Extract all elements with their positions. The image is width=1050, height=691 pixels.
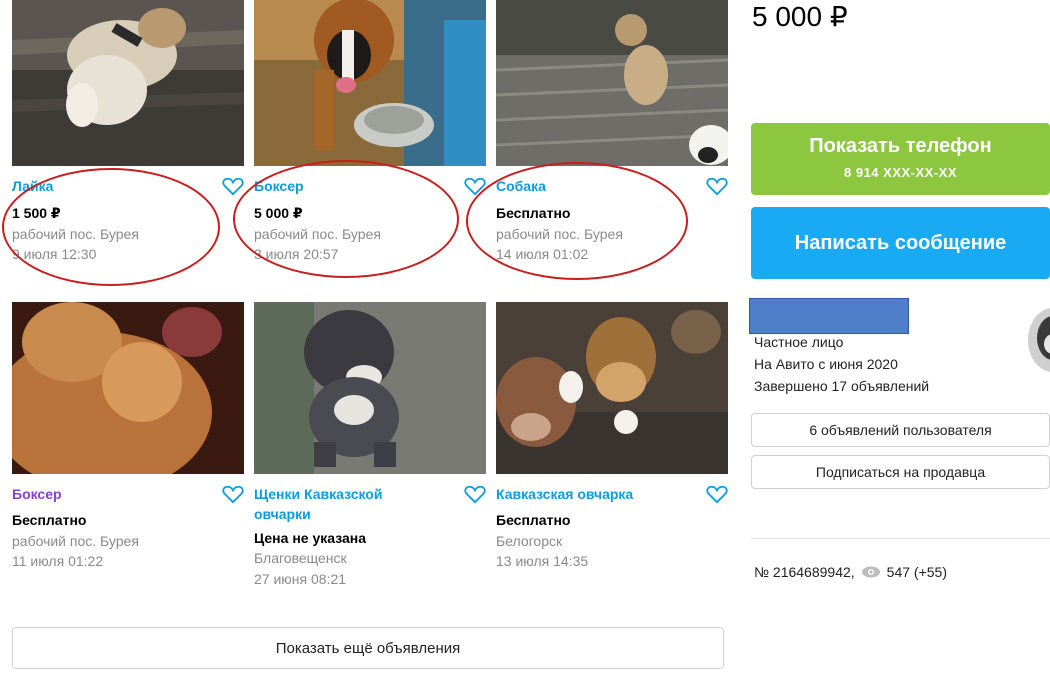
listing-price: Бесплатно	[496, 205, 571, 221]
listing-photo[interactable]	[496, 302, 728, 474]
views-count: 547 (+55)	[886, 564, 947, 580]
listing-date: 3 июля 20:57	[254, 246, 339, 262]
seller-since: На Авито с июня 2020	[754, 356, 898, 372]
listing-photo[interactable]	[12, 302, 244, 474]
listing-title[interactable]: Лайка	[12, 176, 212, 196]
listing-photo[interactable]	[254, 302, 486, 474]
seller-type: Частное лицо	[754, 334, 844, 350]
listing-price: Бесплатно	[496, 512, 571, 528]
listing-price: 5 000 ₽	[254, 205, 303, 221]
write-message-button[interactable]: Написать сообщение	[751, 207, 1050, 279]
show-phone-button[interactable]: Показать телефон 8 914 XXX-XX-XX	[751, 123, 1050, 195]
listing-photo[interactable]	[254, 0, 486, 166]
favorite-heart-icon[interactable]	[706, 176, 728, 196]
divider	[751, 538, 1050, 539]
ad-info: № 2164689942, 547 (+55)	[754, 564, 947, 580]
listing-date: 9 июля 12:30	[12, 246, 97, 262]
listing-price: Цена не указана	[254, 530, 366, 546]
favorite-heart-icon[interactable]	[222, 176, 244, 196]
listing-location: рабочий пос. Бурея	[254, 226, 381, 242]
listing-price: Бесплатно	[12, 512, 87, 528]
eye-icon	[861, 565, 881, 579]
listing-location: рабочий пос. Бурея	[12, 226, 139, 242]
listing-title[interactable]: Собака	[496, 176, 696, 196]
listing-date: 13 июля 14:35	[496, 553, 589, 569]
seller-avatar[interactable]	[1028, 308, 1050, 372]
listing-photo[interactable]	[12, 0, 244, 166]
ad-price: 5 000 ₽	[752, 1, 848, 32]
ad-number: № 2164689942,	[754, 564, 855, 580]
phone-number: 8 914 XXX-XX-XX	[844, 165, 957, 180]
favorite-heart-icon[interactable]	[464, 484, 486, 504]
show-more-button[interactable]: Показать ещё объявления	[12, 627, 724, 669]
listing-location: рабочий пос. Бурея	[12, 533, 139, 549]
listing-title[interactable]: Боксер	[12, 484, 212, 504]
favorite-heart-icon[interactable]	[222, 484, 244, 504]
listing-title[interactable]: Кавказская овчарка	[496, 484, 696, 504]
listing-price: 1 500 ₽	[12, 205, 61, 221]
user-ads-button[interactable]: 6 объявлений пользователя	[751, 413, 1050, 447]
seller-completed-ads: Завершено 17 объявлений	[754, 378, 930, 394]
listing-location: Белогорск	[496, 533, 563, 549]
listing-location: Благовещенск	[254, 550, 347, 566]
listing-date: 27 июня 08:21	[254, 571, 347, 587]
favorite-heart-icon[interactable]	[464, 176, 486, 196]
listing-date: 11 июля 01:22	[12, 553, 104, 569]
listing-title[interactable]: Щенки Кавказской овчарки	[254, 484, 434, 524]
subscribe-seller-button[interactable]: Подписаться на продавца	[751, 455, 1050, 489]
show-phone-label: Показать телефон	[809, 135, 992, 157]
listing-location: рабочий пос. Бурея	[496, 226, 623, 242]
listing-title[interactable]: Боксер	[254, 176, 454, 196]
listing-date: 14 июля 01:02	[496, 246, 589, 262]
favorite-heart-icon[interactable]	[706, 484, 728, 504]
listing-photo[interactable]	[496, 0, 728, 166]
seller-name-redaction	[749, 298, 909, 334]
